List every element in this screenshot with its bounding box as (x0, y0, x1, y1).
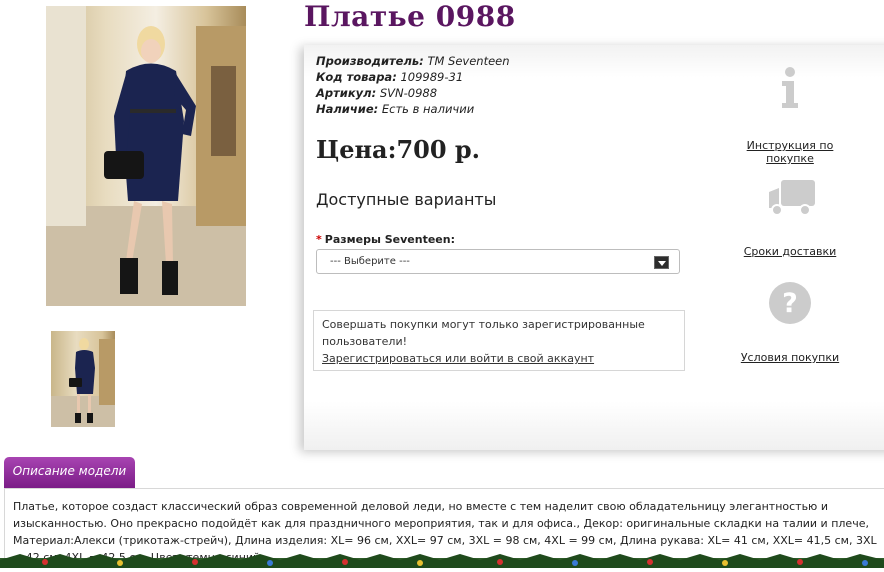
spec-availability: Наличие: Есть в наличии (316, 101, 474, 117)
spec-value: SVN-0988 (379, 86, 438, 100)
spec-label: Производитель: (316, 54, 424, 68)
purchase-terms-link[interactable]: Условия покупки (740, 351, 840, 364)
dropdown-arrow-icon[interactable] (654, 256, 669, 269)
login-notice: Совершать покупки могут только зарегистр… (313, 310, 685, 371)
thumbnail-illustration (51, 338, 115, 427)
product-main-image[interactable] (46, 6, 246, 306)
delivery-terms-link[interactable]: Сроки доставки (740, 245, 840, 258)
size-label-text: Размеры Seventeen: (324, 233, 455, 246)
model-photo-illustration (46, 6, 246, 306)
product-price: Цена:700 р. (316, 135, 481, 164)
spec-label: Артикул: (316, 86, 377, 100)
product-title: Платье 0988 (304, 0, 516, 33)
christmas-garland-decoration (0, 553, 884, 568)
spec-value: ТМ Seventeen (427, 54, 510, 68)
required-mark: * (316, 233, 322, 246)
options-heading: Доступные варианты (316, 190, 497, 209)
size-label: * Размеры Seventeen: (316, 233, 455, 246)
product-thumbnail[interactable] (51, 331, 115, 427)
size-select-value: --- Выберите --- (330, 256, 410, 267)
spec-product-code: Код товара: 109989-31 (316, 69, 463, 85)
size-select[interactable]: --- Выберите --- (316, 249, 680, 274)
truck-icon[interactable] (767, 178, 817, 222)
spec-label: Наличие: (316, 102, 379, 116)
register-login-link[interactable]: Зарегистрироваться или войти в свой акка… (322, 352, 594, 365)
spec-manufacturer: Производитель: ТМ Seventeen (316, 53, 510, 69)
login-notice-text: Совершать покупки могут только зарегистр… (322, 318, 645, 348)
spec-label: Код товара: (316, 70, 397, 84)
info-icon[interactable] (779, 67, 801, 113)
tab-description[interactable]: Описание модели (4, 457, 135, 488)
spec-value: Есть в наличии (381, 102, 475, 116)
svg-text:?: ? (782, 288, 798, 319)
purchase-instructions-link[interactable]: Инструкция по покупке (727, 139, 853, 165)
spec-value: 109989-31 (400, 70, 464, 84)
question-icon[interactable]: ? (768, 281, 812, 329)
spec-article: Артикул: SVN-0988 (316, 85, 437, 101)
